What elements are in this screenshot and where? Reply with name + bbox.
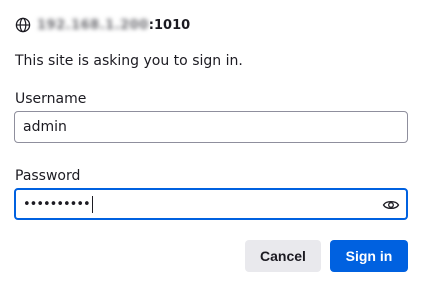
text-caret [91, 195, 93, 213]
eye-icon[interactable] [382, 196, 400, 214]
password-masked-value: •••••••••• [23, 196, 91, 212]
origin-row: 192.168.1.200 :1010 [15, 15, 190, 35]
password-field[interactable]: •••••••••• [14, 188, 408, 220]
dialog-message: This site is asking you to sign in. [15, 53, 243, 69]
origin-host: 192.168.1.200 [37, 17, 149, 33]
password-label: Password [15, 168, 81, 184]
origin-port: :1010 [148, 17, 191, 33]
sign-in-button[interactable]: Sign in [330, 240, 408, 272]
sign-in-dialog: 192.168.1.200 :1010 This site is asking … [0, 0, 423, 289]
username-field[interactable]: admin [14, 111, 408, 143]
username-value: admin [23, 119, 67, 135]
cancel-button[interactable]: Cancel [245, 240, 321, 272]
globe-icon [15, 17, 31, 33]
username-label: Username [15, 91, 87, 107]
